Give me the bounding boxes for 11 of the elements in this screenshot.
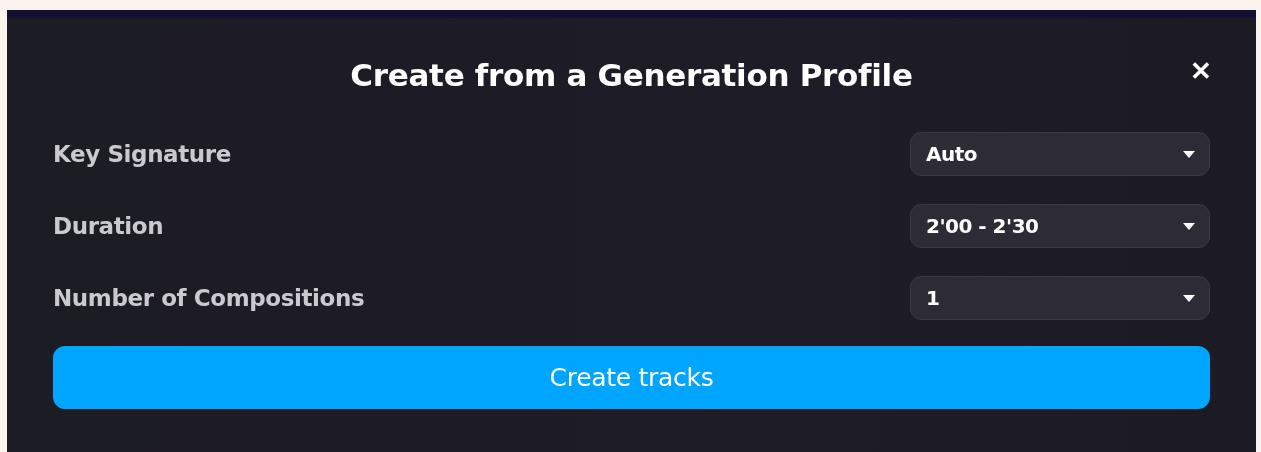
dropdown-select[interactable]: 2'00 - 2'30 — [910, 204, 1210, 248]
caret-icon — [1183, 150, 1195, 158]
dialog-title: Create from a Generation Profile — [350, 57, 913, 93]
caret-icon — [1183, 294, 1195, 302]
field-label: Duration — [53, 213, 164, 239]
field-label: Key Signature — [53, 141, 231, 167]
caret-icon — [1183, 222, 1195, 230]
dropdown-select[interactable]: Auto — [910, 132, 1210, 176]
dropdown-select[interactable]: 1 — [910, 276, 1210, 320]
field-label: Number of Compositions — [53, 285, 365, 311]
close-button[interactable]: ✕ — [1190, 58, 1212, 84]
